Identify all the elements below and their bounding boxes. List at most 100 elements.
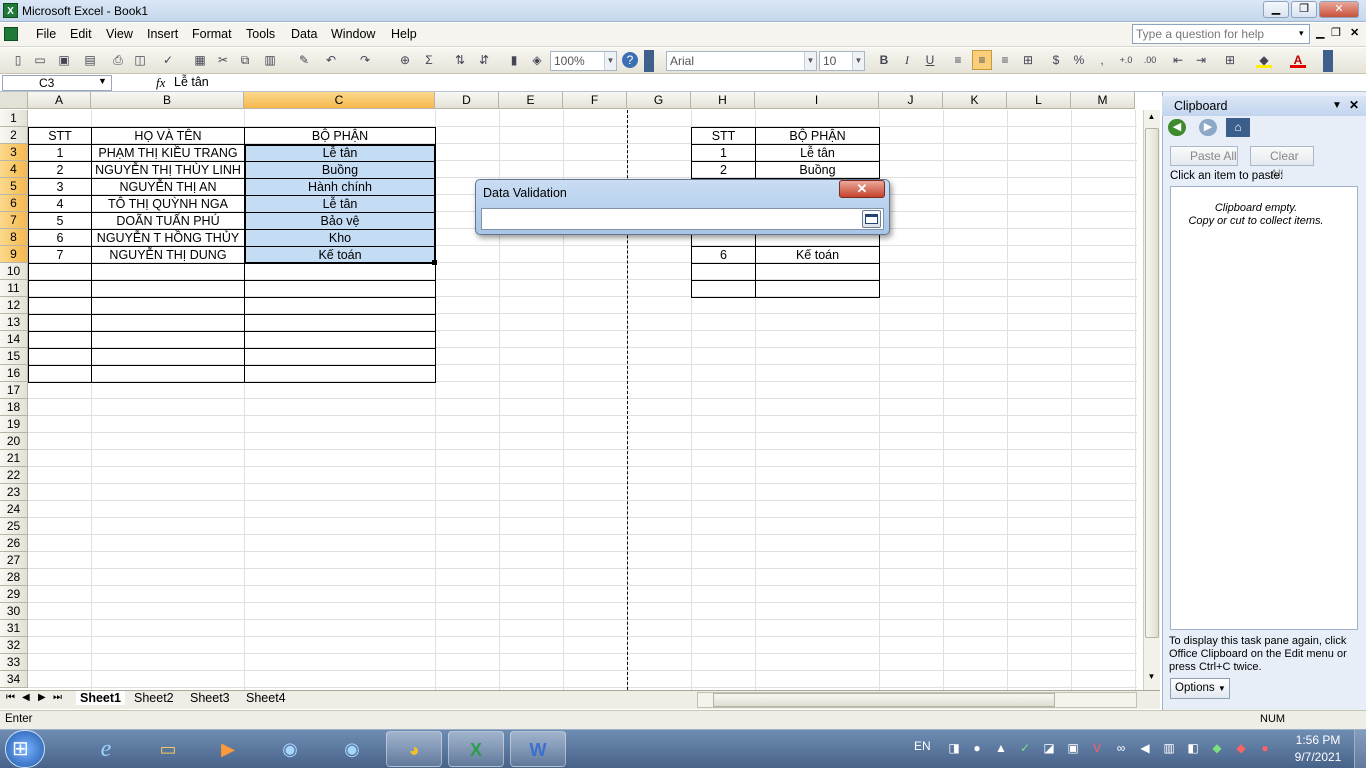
tray-icon-7[interactable]: V [1089,740,1105,756]
row-header[interactable]: 12 [0,297,28,314]
row-header[interactable]: 5 [0,178,28,195]
pane-close-icon[interactable]: ✕ [1349,98,1359,112]
tray-icon-5[interactable]: ◪ [1041,740,1057,756]
tray-icon-12[interactable]: ◆ [1209,740,1225,756]
font-size-select[interactable]: 10 ▼ [819,51,865,71]
row-header[interactable]: 27 [0,552,28,569]
row-header[interactable]: 13 [0,314,28,331]
sort-descending-icon[interactable]: ⇵ [476,52,492,68]
bold-button[interactable]: B [876,52,892,68]
department-cell[interactable]: Bảo vệ [244,212,436,230]
stt-cell[interactable]: 7 [28,246,92,264]
borders-icon[interactable]: ⊞ [1222,52,1238,68]
cell[interactable] [91,280,245,298]
row-header[interactable]: 15 [0,348,28,365]
row-header[interactable]: 10 [0,263,28,280]
name-cell[interactable]: NGUYỄN THỊ DUNG [91,246,245,264]
italic-button[interactable]: I [899,52,915,68]
name-cell[interactable]: NGUYỄN T HỒNG THỦY [91,229,245,247]
row-header[interactable]: 6 [0,195,28,212]
font-dropdown-icon[interactable]: ▼ [804,52,816,70]
print-icon[interactable]: ⎙ [110,52,126,68]
stt-cell[interactable]: 3 [28,178,92,196]
lookup-department-cell[interactable]: Kế toán [755,246,880,264]
cut-icon[interactable]: ✂ [215,52,231,68]
underline-button[interactable]: U [922,52,938,68]
fill-handle[interactable] [432,260,437,265]
cell[interactable] [691,280,756,298]
cell[interactable] [691,263,756,281]
pane-menu-icon[interactable]: ▼ [1332,100,1342,111]
column-header-b[interactable]: B [91,92,244,109]
undo-icon[interactable]: ↶ [323,52,339,68]
lookup-department-cell[interactable]: Lễ tân [755,144,880,162]
taskbar-app-icon-1[interactable]: ◉ [262,731,318,767]
taskbar-chrome-icon[interactable]: ◕ [386,731,442,767]
tray-lock-icon[interactable]: ▲ [993,740,1009,756]
tray-network-icon[interactable]: ▥ [1161,740,1177,756]
menu-help[interactable]: Help [391,27,417,41]
permission-icon[interactable]: ▤ [82,52,98,68]
taskbar-ie-icon[interactable]: e [78,731,134,767]
spelling-icon[interactable]: ✓ [160,52,176,68]
cell[interactable] [28,297,92,315]
comma-button[interactable]: , [1094,52,1110,68]
row-header[interactable]: 20 [0,433,28,450]
clock-time[interactable]: 1:56 PM [1293,733,1343,747]
paste-icon[interactable]: ▥ [262,52,278,68]
row-header[interactable]: 8 [0,229,28,246]
row-header[interactable]: 7 [0,212,28,229]
cell[interactable] [28,331,92,349]
column-header-c[interactable]: C [244,92,435,109]
sort-ascending-icon[interactable]: ⇅ [452,52,468,68]
department-cell[interactable]: Buồng [244,161,436,179]
cell[interactable] [28,348,92,366]
cell[interactable] [244,348,436,366]
print-preview-icon[interactable]: ◫ [132,52,148,68]
tray-volume-icon[interactable]: ◀ [1137,740,1153,756]
column-header-l[interactable]: L [1007,92,1071,109]
minimize-button[interactable]: ▁ [1263,1,1289,18]
department-cell[interactable]: Hành chính [244,178,436,196]
formula-input[interactable]: Lễ tân [174,75,209,89]
toolbar-options-icon-2[interactable] [1323,50,1333,72]
help-search-input[interactable]: Type a question for help [1132,24,1310,44]
row-header[interactable]: 32 [0,637,28,654]
menu-insert[interactable]: Insert [147,27,178,41]
row-header[interactable]: 16 [0,365,28,382]
zoom-dropdown-icon[interactable]: ▼ [604,52,616,70]
doc-minimize-button[interactable]: ▁ [1316,26,1324,39]
dialog-range-input[interactable] [481,208,884,230]
first-sheet-icon[interactable]: ⏮ [6,692,15,703]
cell[interactable] [28,314,92,332]
currency-button[interactable]: $ [1048,52,1064,68]
tray-icon-14[interactable]: ● [1257,740,1273,756]
fill-color-icon[interactable]: ◆ [1256,52,1272,68]
row-header[interactable]: 31 [0,620,28,637]
select-all-corner[interactable] [0,92,28,109]
help-dropdown-icon[interactable]: ▾ [1299,28,1304,39]
taskbar-app-icon-2[interactable]: ◉ [324,731,380,767]
font-select[interactable]: Arial ▼ [666,51,817,71]
lookup-stt-cell[interactable]: 2 [691,161,756,179]
stt-cell[interactable]: 5 [28,212,92,230]
zoom-select[interactable]: 100% ▼ [550,51,617,71]
options-button[interactable]: Options ▼ [1170,678,1230,699]
cell[interactable] [28,280,92,298]
lookup-stt-cell[interactable]: 1 [691,144,756,162]
open-icon[interactable]: ▭ [32,52,48,68]
new-icon[interactable]: ▯ [10,52,26,68]
pane-back-icon[interactable]: ◀ [1168,119,1186,136]
column-header-f[interactable]: F [563,92,627,109]
name-box-dropdown-icon[interactable]: ▼ [98,76,107,86]
row-header[interactable]: 22 [0,467,28,484]
cell[interactable] [244,297,436,315]
horizontal-scroll-thumb[interactable] [713,693,1055,707]
department-cell[interactable]: Kế toán [244,246,436,264]
table-header-cell[interactable]: HỌ VÀ TÊN [91,127,245,145]
row-header[interactable]: 24 [0,501,28,518]
menu-tools[interactable]: Tools [246,27,275,41]
tab-sheet3[interactable]: Sheet3 [190,691,230,705]
row-header[interactable]: 14 [0,331,28,348]
name-box[interactable]: C3 [2,75,112,91]
